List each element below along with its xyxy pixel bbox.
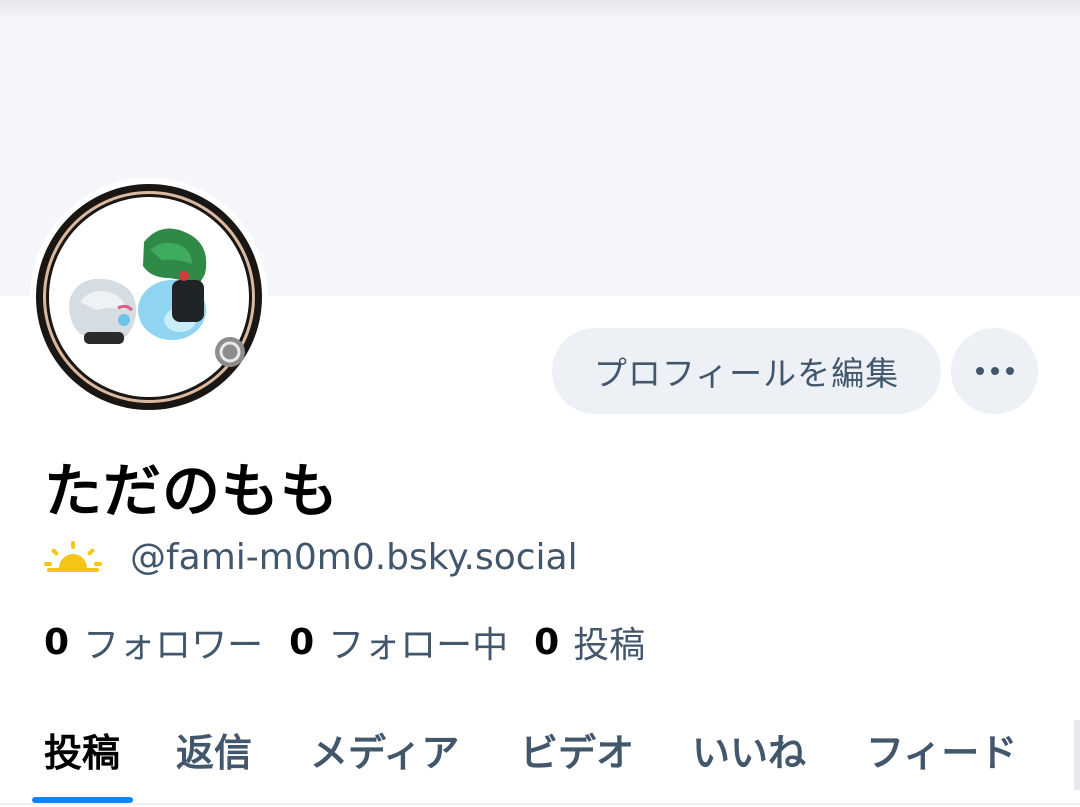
avatar[interactable] <box>32 180 266 414</box>
tab-posts[interactable]: 投稿 <box>44 722 120 777</box>
posts-count: 0 <box>534 621 560 663</box>
tabs-divider <box>0 803 1080 805</box>
followers-label: フォロワー <box>83 625 264 666</box>
ellipsis-icon-dot <box>1005 367 1014 375</box>
profile-tabs: 投稿 返信 メディア ビデオ いいね フィード <box>0 700 1080 807</box>
ellipsis-icon-dot <box>990 367 999 375</box>
tab-videos[interactable]: ビデオ <box>520 722 634 777</box>
tab-media[interactable]: メディア <box>310 722 459 777</box>
profile-handle[interactable]: @fami-m0m0.bsky.social <box>130 537 578 578</box>
following-label: フォロー中 <box>328 625 509 666</box>
sunrise-icon <box>44 541 102 572</box>
more-options-button[interactable] <box>951 328 1038 414</box>
followers-stat[interactable]: 0 フォロワー <box>44 616 263 668</box>
followers-count: 0 <box>44 621 70 663</box>
tab-replies[interactable]: 返信 <box>176 722 252 777</box>
handle-row: @fami-m0m0.bsky.social <box>44 532 578 582</box>
profile-stats: 0 フォロワー 0 フォロー中 0 投稿 <box>44 616 671 668</box>
posts-label: 投稿 <box>573 625 646 666</box>
display-name: ただのもも <box>44 457 340 525</box>
edit-profile-button[interactable]: プロフィールを編集 <box>552 328 941 414</box>
ellipsis-icon <box>975 367 984 375</box>
following-stat[interactable]: 0 フォロー中 <box>289 616 508 668</box>
avatar-image <box>36 184 262 410</box>
tab-likes[interactable]: いいね <box>692 722 806 777</box>
tabs-scroll-edge <box>1074 720 1080 790</box>
tab-feeds[interactable]: フィード <box>866 722 1017 777</box>
posts-stat: 0 投稿 <box>534 616 645 668</box>
following-count: 0 <box>289 621 315 663</box>
